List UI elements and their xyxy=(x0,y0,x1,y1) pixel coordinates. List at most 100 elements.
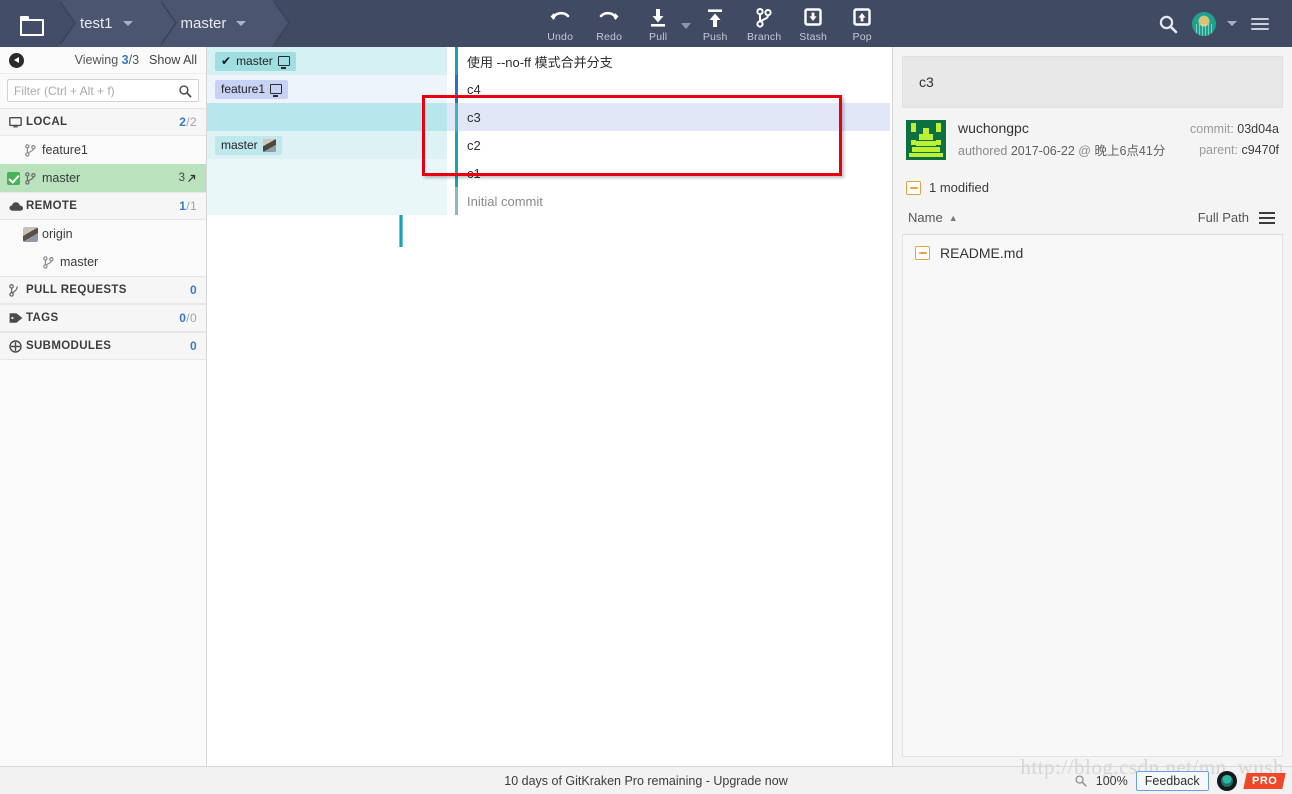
commit-row[interactable]: master c2 xyxy=(207,131,892,159)
sidebar-section-tags[interactable]: TAGS 0/0 xyxy=(0,304,206,332)
search-icon xyxy=(1159,15,1178,33)
viewing-counter: Viewing 3/3 xyxy=(75,53,139,67)
undo-button[interactable]: Undo xyxy=(536,0,585,47)
pull-button[interactable]: Pull xyxy=(634,0,683,47)
authored-meta: authored 2017-06-22 @ 晚上6点41分 xyxy=(958,140,1190,159)
redo-label: Redo xyxy=(596,31,623,43)
sidebar-item-label: origin xyxy=(42,227,73,241)
cloud-icon xyxy=(9,201,26,212)
pull-label: Pull xyxy=(649,31,668,43)
lane-color-bar xyxy=(455,47,458,75)
file-name: README.md xyxy=(940,244,1024,261)
zoom-level[interactable]: 100% xyxy=(1096,774,1128,788)
authored-date: 2017-06-22 xyxy=(1010,144,1075,158)
commit-title: c3 xyxy=(902,56,1283,108)
tag-icon xyxy=(9,312,26,324)
file-row[interactable]: README.md xyxy=(903,235,1282,271)
profile-button[interactable] xyxy=(1186,0,1222,47)
ref-chip-feature1[interactable]: feature1 xyxy=(215,79,289,99)
sidebar-item-feature1[interactable]: feature1 xyxy=(0,136,206,164)
search-button[interactable] xyxy=(1150,0,1186,47)
titlebar-right-actions xyxy=(1150,0,1292,47)
sidebar-item-master[interactable]: master 3 xyxy=(0,164,206,192)
pull-requests-count-value: 0 xyxy=(189,283,197,297)
gitkraken-logo-icon[interactable] xyxy=(1216,770,1237,791)
commit-refs: ✔ master xyxy=(207,47,397,75)
current-branch-name: master xyxy=(180,15,227,32)
parent-sha-value[interactable]: c9470f xyxy=(1241,143,1279,157)
stash-box-down-icon xyxy=(804,8,822,26)
branch-button[interactable]: Branch xyxy=(740,0,789,47)
file-modified-icon xyxy=(915,245,930,260)
commit-message-cell: Initial commit xyxy=(455,187,892,215)
commit-details-panel: c3 wuchongpc authored 2017-06-22 @ 晚上6点4… xyxy=(892,47,1292,766)
commit-refs: feature1 xyxy=(207,75,397,103)
ref-chip-origin-master[interactable]: master xyxy=(215,135,282,155)
download-arrow-icon xyxy=(651,9,666,27)
remote-avatar-icon xyxy=(22,226,39,242)
menu-button[interactable] xyxy=(1242,0,1278,47)
file-modified-icon xyxy=(906,180,921,195)
commit-message: c4 xyxy=(467,81,481,97)
arrow-up-right-icon xyxy=(188,174,196,182)
stash-button[interactable]: Stash xyxy=(789,0,838,47)
sidebar-item-origin-master[interactable]: master xyxy=(0,248,206,276)
zoom-icon[interactable] xyxy=(1074,774,1088,788)
sidebar-section-remote[interactable]: REMOTE 1/1 xyxy=(0,192,206,220)
commit-row[interactable]: Initial commit xyxy=(207,187,892,215)
ref-chip-master-local[interactable]: ✔ master xyxy=(215,51,296,71)
sidebar-section-local[interactable]: LOCAL 2/2 xyxy=(0,108,206,136)
profile-dropdown[interactable] xyxy=(1222,0,1242,47)
undo-arrow-icon xyxy=(550,11,570,20)
column-name[interactable]: Name xyxy=(908,210,943,225)
tags-count: 0/0 xyxy=(179,311,197,325)
filter-box[interactable] xyxy=(7,79,199,102)
sidebar-section-submodules[interactable]: SUBMODULES 0 xyxy=(0,332,206,360)
branch-fork-icon xyxy=(756,8,772,28)
monitor-icon xyxy=(9,116,26,128)
commit-node-cell xyxy=(397,103,455,131)
checkmark-icon xyxy=(6,171,20,185)
lane-color-bar xyxy=(455,187,458,215)
commit-message: 使用 --no-ff 模式合并分支 xyxy=(467,54,613,70)
feedback-button[interactable]: Feedback xyxy=(1135,770,1209,791)
commit-row[interactable]: c1 xyxy=(207,159,892,187)
author-name: wuchongpc xyxy=(958,120,1029,136)
upload-arrow-icon xyxy=(708,9,723,27)
commit-message: Initial commit xyxy=(467,193,543,209)
sidebar-item-origin[interactable]: origin xyxy=(0,220,206,248)
sidebar-header: Viewing 3/3 Show All xyxy=(0,47,206,74)
undo-label: Undo xyxy=(547,31,574,43)
sort-ascending-icon[interactable]: ▲ xyxy=(949,213,958,223)
commit-node-cell xyxy=(397,75,455,103)
column-full-path[interactable]: Full Path xyxy=(1198,210,1249,225)
commit-message-cell: c4 xyxy=(455,75,892,103)
commit-row[interactable]: feature1 c4 xyxy=(207,75,892,103)
sidebar-section-pull-requests[interactable]: PULL REQUESTS 0 xyxy=(0,276,206,304)
branch-icon xyxy=(22,171,39,185)
search-input[interactable] xyxy=(14,83,178,98)
pull-request-icon xyxy=(9,283,26,297)
push-button[interactable]: Push xyxy=(691,0,740,47)
commit-row-selected[interactable]: c3 xyxy=(207,103,892,131)
search-icon xyxy=(179,84,192,97)
pop-label: Pop xyxy=(852,31,872,43)
commit-sha-label: commit: xyxy=(1190,122,1234,136)
user-avatar-icon xyxy=(1192,11,1216,36)
show-all-button[interactable]: Show All xyxy=(149,53,197,67)
chevron-down-icon xyxy=(122,21,133,26)
redo-button[interactable]: Redo xyxy=(585,0,634,47)
commit-row[interactable]: ✔ master 使用 --no-ff 模式合并分支 xyxy=(207,47,892,75)
commit-sha-value[interactable]: 03d04a xyxy=(1237,122,1279,136)
sidebar-section-label: TAGS xyxy=(26,312,59,324)
sidebar-section-label: REMOTE xyxy=(26,200,78,212)
monitor-icon xyxy=(277,56,290,69)
back-arrow-icon[interactable] xyxy=(9,52,24,68)
pop-button[interactable]: Pop xyxy=(838,0,887,47)
open-repo-button[interactable] xyxy=(0,0,76,47)
list-view-icon[interactable] xyxy=(1259,209,1275,227)
ref-chip-label: feature1 xyxy=(221,82,266,96)
remote-count-total: /1 xyxy=(186,199,197,213)
branch-icon xyxy=(40,255,57,269)
commit-refs: master xyxy=(207,131,397,159)
